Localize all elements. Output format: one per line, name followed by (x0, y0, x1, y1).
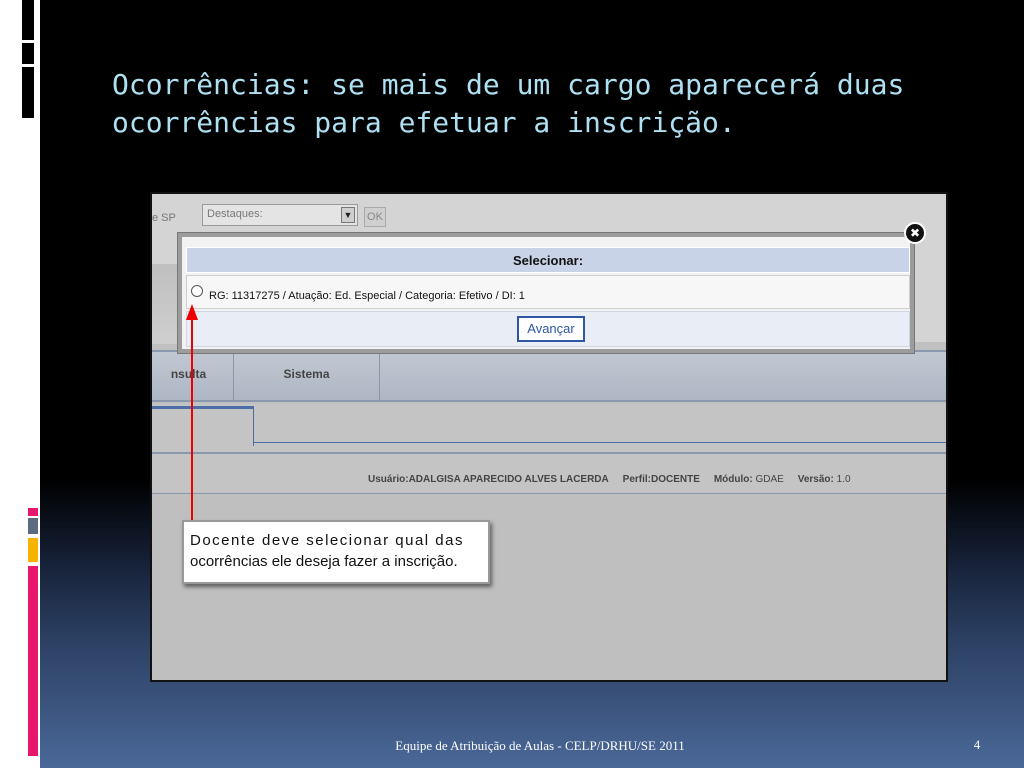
advance-button[interactable]: Avançar (517, 316, 585, 342)
usuario-label: Usuário: (368, 474, 409, 485)
modulo-label: Módulo: (713, 474, 753, 485)
slide-footer: Equipe de Atribuição de Aulas - CELP/DRH… (395, 738, 685, 753)
tab-strip (152, 404, 946, 454)
slide-title-line-1: Ocorrências: se mais de um cargo aparece… (112, 68, 905, 101)
dialog-actions: Avançar (186, 311, 910, 347)
versao-value: 1.0 (836, 474, 851, 485)
decorative-bar (28, 538, 38, 562)
select-dialog: Selecionar: RG: 11317275 / Atuação: Ed. … (178, 233, 914, 353)
destaques-select-value: Destaques: (207, 208, 263, 220)
decorative-bar (28, 518, 38, 534)
annotation-callout: Docente deve selecionar qual das ocorrên… (182, 520, 490, 584)
perfil-value: DOCENTE (651, 474, 700, 485)
decorative-bar (28, 566, 38, 756)
decorative-bar (22, 64, 34, 67)
dialog-header: Selecionar: (186, 247, 910, 273)
ok-button[interactable]: OK (364, 207, 386, 227)
nav-item-sistema[interactable]: Sistema (234, 352, 380, 400)
callout-line-2: ocorrências ele deseja fazer a inscrição… (190, 553, 458, 570)
decorative-bar (28, 508, 38, 516)
option-label: RG: 11317275 / Atuação: Ed. Especial / C… (209, 290, 525, 302)
main-navbar: nsulta Sistema (152, 350, 946, 402)
slide-title: Ocorrências: se mais de um cargo aparece… (112, 66, 972, 142)
toolbar-icon-ghost (152, 264, 178, 344)
usuario-value: ADALGISA APARECIDO ALVES LACERDA (408, 474, 609, 485)
versao-label: Versão: (797, 474, 834, 485)
close-icon[interactable]: ✖ (904, 222, 926, 244)
user-info-text: Usuário:ADALGISA APARECIDO ALVES LACERDA… (368, 474, 851, 485)
decorative-bar (22, 40, 34, 43)
annotation-arrow-line (191, 318, 193, 520)
user-info-bar: Usuário:ADALGISA APARECIDO ALVES LACERDA… (152, 454, 946, 494)
modulo-value: GDAE (755, 474, 784, 485)
chevron-down-icon[interactable]: ▼ (341, 207, 355, 223)
option-radio[interactable] (191, 285, 203, 297)
tab-active[interactable] (152, 406, 254, 446)
perfil-label: Perfil: (622, 474, 652, 485)
callout-line-1: Docente deve selecionar qual das (190, 532, 464, 549)
destaques-select[interactable]: Destaques: ▼ (202, 204, 358, 226)
tab-underline (254, 442, 946, 443)
slide-title-line-2: ocorrências para efetuar a inscrição. (112, 106, 736, 139)
decorative-bar (22, 0, 34, 118)
page-number: 4 (973, 737, 981, 752)
header-fragment-text: e SP (152, 212, 176, 224)
list-item[interactable]: RG: 11317275 / Atuação: Ed. Especial / C… (186, 275, 910, 309)
